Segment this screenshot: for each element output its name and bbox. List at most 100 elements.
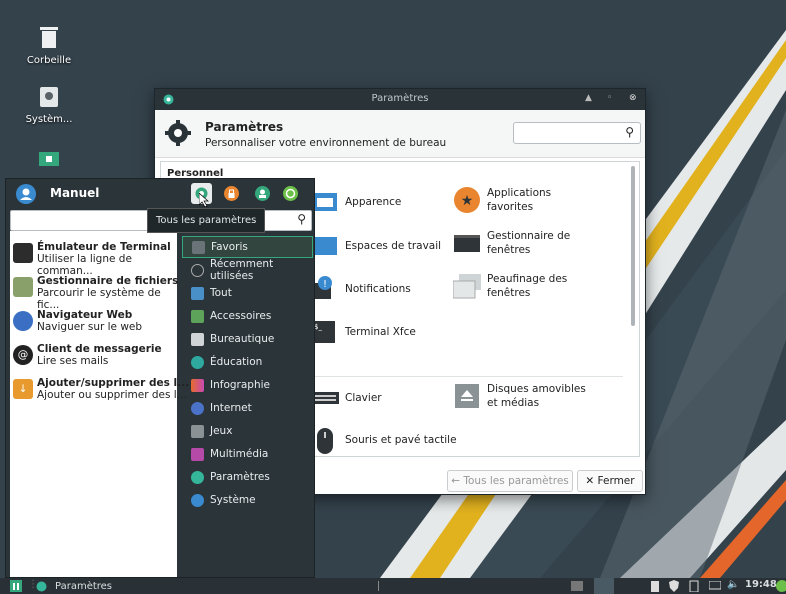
settings-logo-icon [165,120,191,146]
item-label: Peaufinage des fenêtres [487,273,568,299]
maximize-icon[interactable]: ▲ [585,93,592,103]
category-favorites[interactable]: Favoris [182,236,313,258]
category-label: Récemment utilisées [210,258,274,282]
category-label: Éducation [210,356,263,368]
item-notifications[interactable]: ! Notifications [311,275,411,303]
category-settings[interactable]: Paramètres [182,466,313,488]
web-browser-icon [13,311,33,331]
item-appearance[interactable]: Apparence [311,188,401,216]
settings-header: Paramètres Personnaliser votre environne… [155,110,645,158]
all-settings-button[interactable]: ← Tous les paramètres [447,470,573,492]
app-name: Navigateur Web [37,309,133,321]
item-label: Souris et pavé tactile [345,434,457,446]
app-name: Gestionnaire de fichiers [37,275,179,287]
window-titlebar[interactable]: Paramètres ▲ ◦ ⊗ [155,89,645,110]
settings-search-input[interactable]: ⚲ [513,122,641,144]
close-button[interactable]: ✕ Fermer [577,470,643,492]
desktop-icon-trash[interactable]: Corbeille [14,25,84,66]
app-software-manager[interactable]: ↓ Ajouter/supprimer des l... Ajouter ou s… [13,377,189,401]
category-education[interactable]: Éducation [182,351,313,373]
category-label: Paramètres [210,471,270,483]
item-window-manager[interactable]: Gestionnaire de fenêtres [453,229,593,257]
category-all[interactable]: Tout [182,282,313,304]
item-label: Applications favorites [487,187,552,213]
category-label: Jeux [210,425,233,437]
category-label: Internet [210,402,252,414]
app-terminal[interactable]: Émulateur de Terminal Utiliser la ligne d… [13,241,177,277]
window-title: Paramètres [371,93,429,104]
desktop: Corbeille Systèm... Paramètres ▲ ◦ ⊗ Par… [0,0,786,578]
bookmark-icon [192,240,205,254]
lock-screen-icon[interactable] [224,186,239,201]
item-removable-drives[interactable]: Disques amovibles et médias [453,382,593,410]
app-file-manager[interactable]: Gestionnaire de fichiers Parcourir le sys… [13,275,178,311]
item-keyboard[interactable]: Clavier [311,384,382,412]
favorites-list: Émulateur de Terminal Utiliser la ligne d… [10,231,189,577]
battery-icon [651,581,659,592]
mouse-icon [311,426,339,454]
update-icon[interactable] [776,580,786,592]
office-icon [191,332,204,346]
item-window-tweaks[interactable]: Peaufinage des fenêtres [452,272,593,300]
divider [378,581,379,591]
category-accessories[interactable]: Accessoires [182,305,313,327]
window-tweaks-icon [452,272,481,300]
item-terminal[interactable]: $_ Terminal Xfce [311,318,416,346]
workspace-2[interactable] [594,578,614,594]
item-label: Apparence [345,196,402,208]
category-graphics[interactable]: Infographie [182,374,313,396]
item-favorite-apps[interactable]: ★ Applications favorites [453,186,593,214]
item-label: Espaces de travail [345,240,442,252]
item-mouse[interactable]: Souris et pavé tactile [311,426,457,454]
logout-icon[interactable] [283,186,298,201]
education-icon [191,355,204,369]
switch-user-icon[interactable] [255,186,270,201]
item-label: Disques amovibles et médias [487,383,586,409]
item-label: Notifications [345,283,411,295]
category-label: Multimédia [210,448,269,460]
item-label: Clavier [345,392,382,404]
scrollbar[interactable] [631,166,635,326]
category-recent[interactable]: Récemment utilisées [182,258,313,282]
category-games[interactable]: Jeux [182,420,313,442]
home-folder-icon [39,152,59,166]
category-system[interactable]: Système [182,489,313,511]
minimize-icon[interactable]: ◦ [607,93,612,103]
shield-icon[interactable] [669,580,679,592]
desktop-icon-label: Corbeille [26,55,72,66]
category-label: Favoris [211,241,248,253]
desktop-icon-home[interactable] [14,150,84,172]
app-mail-client[interactable]: @ Client de messagerie Lire ses mails [13,343,162,367]
item-workspaces[interactable]: Espaces de travail [311,232,441,260]
app-desc: Utiliser la ligne de comman... [37,253,132,277]
graphics-icon [191,378,204,392]
settings-app-icon [36,581,47,591]
app-name: Client de messagerie [37,343,162,355]
drive-icon [40,87,58,107]
category-internet[interactable]: Internet [182,397,313,419]
search-icon: ⚲ [625,125,634,139]
taskbar-window-button[interactable]: Paramètres [36,578,112,594]
application-menu[interactable]: Manuel ⚲ Émulateur de Terminal Utiliser l… [5,178,315,578]
desktop-icon-system[interactable]: Systèm... [14,86,84,125]
header-title: Paramètres [205,120,284,134]
app-name: Ajouter/supprimer des l... [37,377,190,389]
window-manager-icon [453,229,481,257]
close-icon[interactable]: ⊗ [629,93,637,103]
workspaces-icon [311,232,339,260]
category-label: Système [210,494,256,506]
app-web-browser[interactable]: Navigateur Web Naviguer sur le web [13,309,142,333]
display-icon[interactable] [709,581,721,591]
clipboard-icon[interactable] [689,580,699,592]
notifications-icon: ! [311,275,339,303]
workspace-1-icon[interactable] [571,581,583,591]
clock[interactable]: 19:48 [745,579,777,590]
svg-text:$_: $_ [314,323,322,331]
appearance-icon [311,188,339,216]
category-office[interactable]: Bureautique [182,328,313,350]
category-multimedia[interactable]: Multimédia [182,443,313,465]
whisker-menu-icon[interactable] [10,580,22,592]
volume-icon[interactable]: 🔈 [727,579,739,590]
trash-icon [40,27,58,48]
terminal-icon [13,243,33,263]
